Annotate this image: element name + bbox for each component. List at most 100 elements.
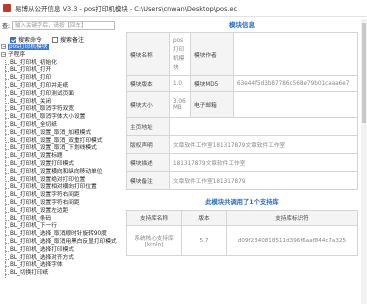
module-name-label: 模块名称 [126, 32, 170, 76]
tree-item-subroutine[interactable]: BL_打印机_选择打印模式 [0, 246, 118, 255]
tree-item-label: BL_打印机_打印 [10, 75, 52, 82]
tree-item-subroutine[interactable]: BL_打印机_设置左边距 [0, 207, 118, 216]
tree-item-label: BL_打印机_设置左边距 [10, 207, 69, 214]
tree-item-subroutine[interactable]: BL_打印机_下一行 [0, 223, 118, 231]
search-row: 查: 输入关键字后，请按【回车】 [0, 19, 118, 31]
title-bar: 易博从公开信息 V3.3 - pos打印机模块 - C:\Users\cnwan… [0, 0, 367, 17]
tree-item-subroutine[interactable]: BL_打印机_选择_取消用黑白反显打印模式 [0, 238, 118, 247]
search-options: 搜索命令 搜索备注 [10, 35, 94, 44]
tree-subroutine-group[interactable]: − 子程序 [0, 51, 118, 60]
tree-item-subroutine[interactable]: BL_打印机_取消字符双宽 [0, 106, 118, 114]
tree-item-label: BL_打印机_关闭 [10, 98, 52, 105]
tree-item-subroutine[interactable]: BL_打印机_取消字体大小设置 [0, 114, 118, 122]
tree-item-label: BL_打印机_设置字符右间距 [10, 199, 80, 206]
tree-item-subroutine[interactable]: BL_打印机_设置横向和纵向移动单位 [0, 168, 118, 177]
module-tree: − pos打印机模块 − 子程序 BL_打印机_初始化 BL_打印机_打开 BL_打印机… [0, 44, 118, 304]
tree-item-subroutine[interactable]: BL_打印机_设置标题 [0, 153, 118, 161]
tree-item-label: BL_打印机_设置_取消_双重打印模式 [10, 137, 103, 144]
tree-item-label: BL_打印机_设置绝对打印位置 [10, 176, 86, 183]
tree-item-label: BL_打印机_设置横向和纵向移动单位 [10, 168, 103, 175]
tree-item-subroutine[interactable]: BL_打印机_打印 [0, 75, 118, 83]
tree-item-subroutine[interactable]: BL_打印机_打印测试页面 [0, 90, 118, 99]
support-library-table: 支持库名称 版本 支持库标识符 系统核心支持库[krnln] 5.7 d09f2… [126, 210, 358, 256]
module-md5-value: 63e44f5d3b87786c568e79b01caaa6e7 [233, 75, 358, 92]
tree-item-label: BL_打印机_打印并走纸 [10, 82, 69, 89]
module-name-value: pos打印机模块 [169, 32, 191, 76]
tree-item-subroutine[interactable]: BL_打印机_选择字体 [0, 262, 118, 270]
tree-item-label: BL_打印机_选择打印模式 [10, 246, 74, 253]
search-label: 查: [2, 22, 11, 30]
tree-item-label: BL_打印机_打开 [10, 67, 52, 74]
search-commands-checkbox[interactable] [10, 36, 16, 43]
scrollbar-thumb[interactable] [362, 23, 366, 123]
copyright-label: 版权声明 [126, 135, 170, 154]
library-version: 5.7 [181, 225, 227, 256]
tree-item-label: BL_打印机_打印测试页面 [10, 90, 74, 97]
search-commands-label[interactable]: 搜索命令 [18, 35, 42, 44]
tree-item-label: BL_打印机_选择_取消顺时针旋转90度 [10, 231, 107, 238]
tree-item-label: BL_打印机_设置_取消_下划线模式 [10, 145, 97, 152]
col-header-version: 版本 [181, 210, 227, 226]
module-note-value: 文章软件工作室181317879 [169, 171, 358, 190]
tree-item-subroutine[interactable]: BL_打印机_设置字符右间距 [0, 192, 118, 200]
module-md5-label: 模块MD5 [190, 75, 234, 92]
tree-item-label: BL_打印机_初始化 [10, 59, 57, 66]
email-label: 电子邮箱 [190, 91, 234, 118]
tree-item-label: BL_打印机_下一行 [10, 223, 57, 230]
tree-group-label: 子程序 [8, 51, 26, 58]
tree-item-subroutine[interactable]: BL_打印机_全切纸 [0, 121, 118, 130]
tree-item-label: BL_打印机_取消字符双宽 [10, 106, 74, 113]
module-info-table: 模块名称 pos打印机模块 模块作者 模块版本 1.0 模块MD5 63e44f… [126, 32, 358, 190]
search-input[interactable]: 输入关键字后，请按【回车】 [12, 20, 116, 30]
tree-item-label: BL_打印机_设置_取消_加粗模式 [10, 129, 92, 136]
collapse-toggle-icon[interactable]: − [1, 44, 6, 50]
tree-item-label: BL_打印机_选择对齐方式 [10, 254, 74, 261]
tree-item-label: BL_打印机_设置字符右间距 [10, 192, 80, 199]
collapse-toggle-icon[interactable]: − [1, 51, 6, 57]
homepage-value [169, 117, 358, 136]
tree-item-label: BL_切换打印纸 [10, 270, 49, 277]
tree-item-label: BL_打印机_条码 [10, 215, 52, 222]
tree-root-label: pos打印机模块 [8, 44, 49, 50]
tree-item-label: BL_打印机_设置相对横向打印位置 [10, 184, 97, 191]
tree-item-label: BL_打印机_取消字体大小设置 [10, 114, 86, 121]
module-author-value [233, 32, 358, 76]
tree-item-label: BL_打印机_选择字体 [10, 262, 63, 269]
app-icon [3, 4, 11, 12]
tree-item-label: BL_打印机_设置标题 [10, 153, 63, 160]
col-header-name: 支持库名称 [126, 210, 182, 226]
tree-item-subroutine[interactable]: BL_切换打印纸 [0, 270, 118, 278]
tree-item-label: BL_打印机_选择_取消用黑白反显打印模式 [10, 238, 117, 245]
module-version-value: 1.0 [169, 75, 191, 92]
module-size-value: 3.06 MB [169, 91, 191, 118]
library-identifier: d09f2340818511d396f6aaf844c7a325 [226, 225, 358, 256]
module-desc-value: 181317879文章软件工作室 [169, 153, 358, 172]
email-value [233, 91, 358, 118]
search-notes-checkbox[interactable] [52, 36, 59, 43]
tree-item-subroutine[interactable]: BL_打印机_设置字符右间距 [0, 199, 118, 208]
search-notes-label[interactable]: 搜索备注 [60, 35, 84, 44]
window-title: 易博从公开信息 V3.3 - pos打印机模块 - C:\Users\cnwan… [15, 5, 238, 13]
copyright-value: 文章软件工作室18131787​9文章软件工作室 [169, 135, 358, 154]
col-header-identifier: 支持库标识符 [226, 210, 358, 226]
tree-item-subroutine[interactable]: BL_打印机_设置打印模式 [0, 160, 118, 169]
support-library-heading: 此模块共调用了1个支持库 [205, 199, 279, 206]
detail-scrollbar[interactable] [361, 19, 367, 304]
tree-item-label: BL_打印机_设置打印模式 [10, 160, 74, 167]
module-version-label: 模块版本 [126, 75, 170, 92]
library-name: 系统核心支持库[krnln] [126, 225, 182, 256]
tree-item-subroutine[interactable]: BL_打印机_选择_取消顺时针旋转90度 [0, 231, 118, 239]
module-desc-label: 模块描述 [126, 153, 170, 172]
module-info-heading: 模块信息 [229, 21, 255, 29]
tree-item-subroutine[interactable]: BL_打印机_设置相对横向打印位置 [0, 184, 118, 192]
table-row: 系统核心支持库[krnln] 5.7 d09f2340818511d396f6a… [126, 225, 358, 256]
tree-root-module[interactable]: − pos打印机模块 [0, 44, 118, 52]
tree-item-subroutine[interactable]: BL_打印机_设置_取消_下划线模式 [0, 145, 118, 153]
detail-panel: 模块信息 模块名称 pos打印机模块 模块作者 模块版本 1.0 模块MD5 6… [124, 19, 360, 304]
tree-item-subroutine[interactable]: BL_打印机_打印并走纸 [0, 82, 118, 91]
module-note-label: 模块备注 [126, 171, 170, 190]
homepage-label: 主页地址 [126, 117, 170, 136]
tree-item-subroutine[interactable]: BL_打印机_设置_取消_加粗模式 [0, 129, 118, 138]
module-author-label: 模块作者 [190, 32, 234, 76]
module-size-label: 模块大小 [126, 91, 170, 118]
